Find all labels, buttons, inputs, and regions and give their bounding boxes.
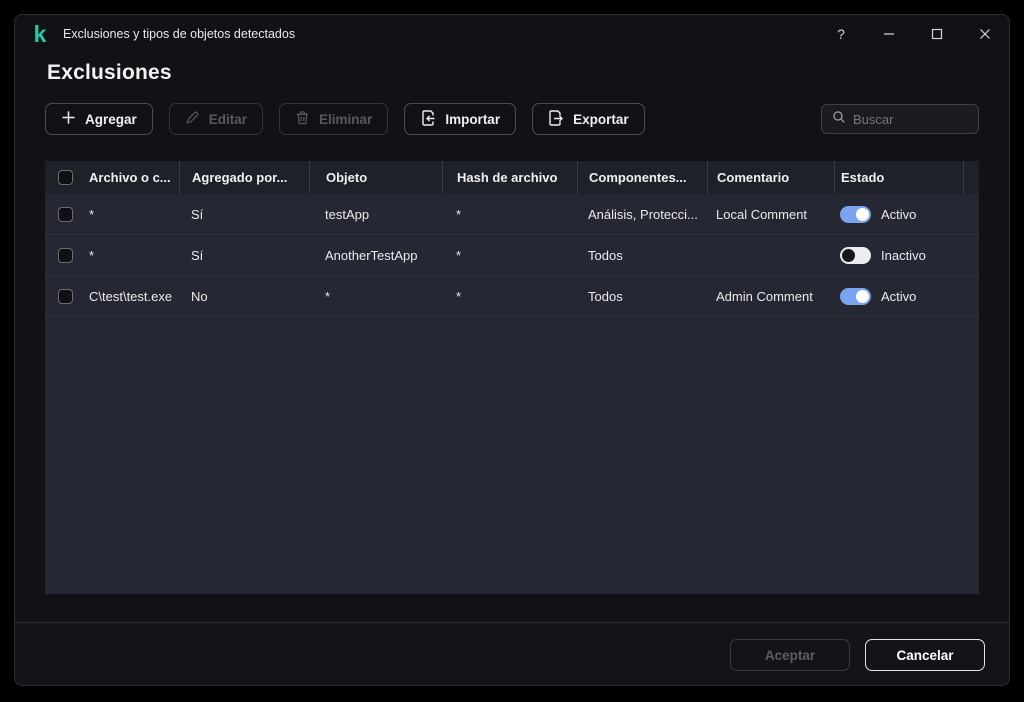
cell-file: C\test\test.exe (89, 288, 173, 304)
export-icon (548, 109, 564, 129)
cell-components: Análisis, Protecci... (588, 206, 698, 222)
accept-button[interactable]: Aceptar (730, 639, 850, 671)
column-header-object[interactable]: Objeto (309, 161, 442, 194)
column-header-components[interactable]: Componentes... (577, 161, 707, 194)
window-title: Exclusiones y tipos de objetos detectado… (63, 27, 296, 41)
add-button[interactable]: Agregar (45, 103, 153, 135)
column-header-comment[interactable]: Comentario (707, 161, 834, 194)
search-icon (832, 110, 846, 129)
state-label: Activo (881, 206, 917, 222)
cell-comment: Local Comment (716, 206, 808, 222)
cell-object: testApp (325, 206, 370, 222)
table-row[interactable]: C\test\test.exe No * * Todos Admin Comme… (45, 276, 979, 317)
edit-button-label: Editar (208, 111, 248, 127)
cell-object: * (325, 288, 331, 304)
help-button[interactable]: ? (817, 15, 865, 53)
close-button[interactable] (961, 15, 1009, 53)
cancel-button[interactable]: Cancelar (865, 639, 985, 671)
window-controls: ? (817, 15, 1009, 53)
minimize-button[interactable] (865, 15, 913, 53)
trash-icon (295, 110, 310, 128)
column-header-added-by[interactable]: Agregado por... (179, 161, 309, 194)
exclusions-table: Archivo o c... Agregado por... Objeto Ha… (45, 161, 979, 594)
state-toggle[interactable] (840, 205, 871, 223)
cell-hash: * (456, 288, 462, 304)
cell-added-by: Sí (191, 206, 204, 222)
row-checkbox[interactable] (58, 247, 73, 263)
dialog-window: k Exclusiones y tipos de objetos detecta… (14, 14, 1010, 686)
state-toggle[interactable] (840, 287, 871, 305)
cell-hash: * (456, 206, 462, 222)
table-row[interactable]: * Sí testApp * Análisis, Protecci... Loc… (45, 194, 979, 235)
import-button-label: Importar (445, 111, 501, 127)
table-row[interactable]: * Sí AnotherTestApp * Todos Inactivo (45, 235, 979, 276)
column-header-hash[interactable]: Hash de archivo (442, 161, 577, 194)
state-label: Activo (881, 288, 917, 304)
footer: Aceptar Cancelar (15, 623, 1009, 685)
cell-hash: * (456, 247, 462, 263)
row-checkbox[interactable] (58, 206, 73, 222)
table-header: Archivo o c... Agregado por... Objeto Ha… (45, 161, 979, 194)
add-button-label: Agregar (85, 111, 137, 127)
row-checkbox[interactable] (58, 288, 73, 304)
edit-button[interactable]: Editar (168, 103, 264, 135)
maximize-button[interactable] (913, 15, 961, 53)
cell-comment: Admin Comment (716, 288, 813, 304)
state-toggle[interactable] (840, 246, 871, 264)
plus-icon (61, 110, 76, 128)
toolbar: Agregar Editar Eliminar Importar Exporta… (45, 103, 979, 135)
pencil-icon (185, 110, 200, 128)
column-header-state[interactable]: Estado (834, 161, 963, 194)
cell-object: AnotherTestApp (325, 247, 418, 263)
title-bar: k Exclusiones y tipos de objetos detecta… (15, 15, 1009, 53)
export-button-label: Exportar (573, 111, 629, 127)
cell-file: * (89, 247, 95, 263)
cell-components: Todos (588, 247, 623, 263)
cell-components: Todos (588, 288, 623, 304)
column-header-extra (963, 161, 979, 194)
cell-file: * (89, 206, 95, 222)
page-title: Exclusiones (47, 61, 172, 84)
import-button[interactable]: Importar (404, 103, 517, 135)
delete-button[interactable]: Eliminar (279, 103, 389, 135)
search-box (821, 104, 979, 134)
cell-added-by: No (191, 288, 208, 304)
delete-button-label: Eliminar (319, 111, 373, 127)
select-all-checkbox[interactable] (58, 170, 73, 185)
import-icon (420, 109, 436, 129)
cell-comment (707, 235, 834, 275)
export-button[interactable]: Exportar (532, 103, 645, 135)
cell-added-by: Sí (191, 247, 204, 263)
table-empty-area (45, 317, 979, 594)
kaspersky-logo-icon: k (33, 21, 47, 47)
column-header-file[interactable]: Archivo o c... (87, 161, 179, 194)
search-input[interactable] (853, 111, 968, 127)
state-label: Inactivo (881, 247, 926, 263)
